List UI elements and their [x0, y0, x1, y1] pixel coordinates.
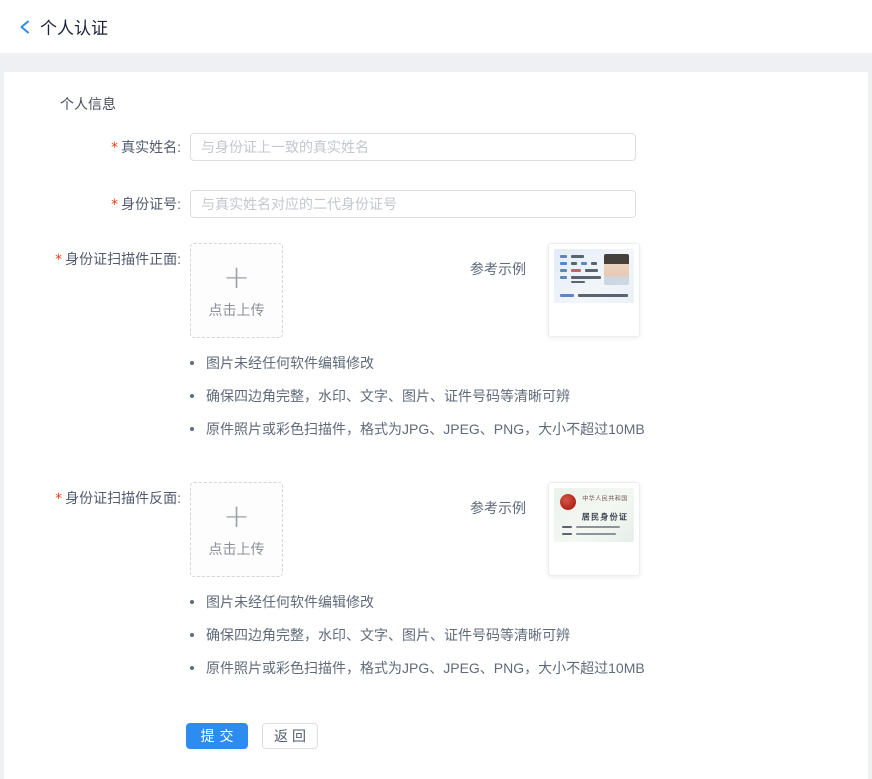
bullet-dot	[190, 427, 194, 431]
form-row-real-name: *真实姓名:	[4, 133, 868, 162]
id-front-upload-box[interactable]: + 点击上传	[190, 243, 283, 338]
id-back-country-text: 中华人民共和国	[580, 494, 630, 503]
bullet-dot	[190, 666, 194, 670]
id-back-upload-box[interactable]: + 点击上传	[190, 482, 283, 577]
required-asterisk: *	[55, 491, 62, 507]
tip-item: 原件照片或彩色扫描件，格式为JPG、JPEG、PNG，大小不超过10MB	[190, 661, 868, 675]
submit-button[interactable]: 提交	[186, 723, 248, 749]
required-asterisk: *	[55, 252, 62, 268]
upload-tips-back: 图片未经任何软件编辑修改 确保四边角完整，水印、文字、图片、证件号码等清晰可辨 …	[190, 595, 868, 675]
real-name-label: *真实姓名:	[4, 133, 181, 162]
id-card-front-sample	[548, 243, 640, 337]
national-emblem-icon	[560, 494, 576, 510]
id-card-back-sample: 中华人民共和国 居民身份证	[548, 482, 640, 576]
label-colon: :	[177, 196, 181, 212]
form-row-id-back-upload: *身份证扫描件反面: + 点击上传 参考示例 中华人民共和国 居民身份证	[4, 482, 868, 577]
back-chevron-icon	[18, 19, 32, 35]
bullet-dot	[190, 361, 194, 365]
id-number-label: *身份证号:	[4, 190, 181, 219]
form-actions: 提交 返回	[4, 723, 868, 749]
tip-item: 原件照片或彩色扫描件，格式为JPG、JPEG、PNG，大小不超过10MB	[190, 422, 868, 436]
id-front-label: *身份证扫描件正面:	[4, 243, 181, 338]
label-colon: :	[177, 139, 181, 155]
bullet-dot	[190, 394, 194, 398]
id-back-card-name-text: 居民身份证	[580, 510, 630, 522]
label-colon: :	[177, 490, 181, 506]
real-name-label-text: 真实姓名	[121, 139, 177, 155]
form-card: 个人信息 *真实姓名: *身份证号: *身份证扫描件正面: + 点击上传 参考示…	[4, 72, 868, 779]
upload-hint-text: 点击上传	[209, 539, 265, 559]
real-name-input[interactable]	[190, 133, 636, 161]
upload-tips-front: 图片未经任何软件编辑修改 确保四边角完整，水印、文字、图片、证件号码等清晰可辨 …	[190, 356, 868, 436]
page-title: 个人认证	[40, 14, 108, 39]
bullet-dot	[190, 600, 194, 604]
id-portrait-photo	[604, 254, 629, 285]
id-front-label-text: 身份证扫描件正面	[65, 251, 177, 267]
id-front-sample-image	[554, 249, 634, 303]
plus-icon: +	[223, 262, 250, 292]
tip-text: 原件照片或彩色扫描件，格式为JPG、JPEG、PNG，大小不超过10MB	[206, 661, 645, 675]
id-back-label: *身份证扫描件反面:	[4, 482, 181, 577]
tip-item: 图片未经任何软件编辑修改	[190, 356, 868, 370]
tip-text: 确保四边角完整，水印、文字、图片、证件号码等清晰可辨	[206, 628, 570, 642]
id-number-label-text: 身份证号	[121, 196, 177, 212]
tip-item: 确保四边角完整，水印、文字、图片、证件号码等清晰可辨	[190, 628, 868, 642]
tip-text: 图片未经任何软件编辑修改	[206, 595, 374, 609]
id-back-label-text: 身份证扫描件反面	[65, 490, 177, 506]
required-asterisk: *	[111, 197, 118, 213]
bullet-dot	[190, 633, 194, 637]
id-back-sample-image: 中华人民共和国 居民身份证	[554, 488, 634, 542]
return-button[interactable]: 返回	[262, 723, 318, 749]
tip-item: 确保四边角完整，水印、文字、图片、证件号码等清晰可辨	[190, 389, 868, 403]
back-button[interactable]	[18, 19, 32, 35]
label-colon: :	[177, 251, 181, 267]
required-asterisk: *	[111, 140, 118, 156]
example-label: 参考示例	[470, 482, 526, 518]
example-label: 参考示例	[470, 243, 526, 279]
top-bar: 个人认证	[0, 0, 872, 53]
tip-text: 图片未经任何软件编辑修改	[206, 356, 374, 370]
form-row-id-number: *身份证号:	[4, 190, 868, 219]
tip-item: 图片未经任何软件编辑修改	[190, 595, 868, 609]
upload-hint-text: 点击上传	[209, 300, 265, 320]
tip-text: 原件照片或彩色扫描件，格式为JPG、JPEG、PNG，大小不超过10MB	[206, 422, 645, 436]
id-number-input[interactable]	[190, 190, 636, 218]
form-row-id-front-upload: *身份证扫描件正面: + 点击上传 参考示例	[4, 243, 868, 338]
tip-text: 确保四边角完整，水印、文字、图片、证件号码等清晰可辨	[206, 389, 570, 403]
plus-icon: +	[223, 501, 250, 531]
section-title: 个人信息	[60, 94, 868, 114]
